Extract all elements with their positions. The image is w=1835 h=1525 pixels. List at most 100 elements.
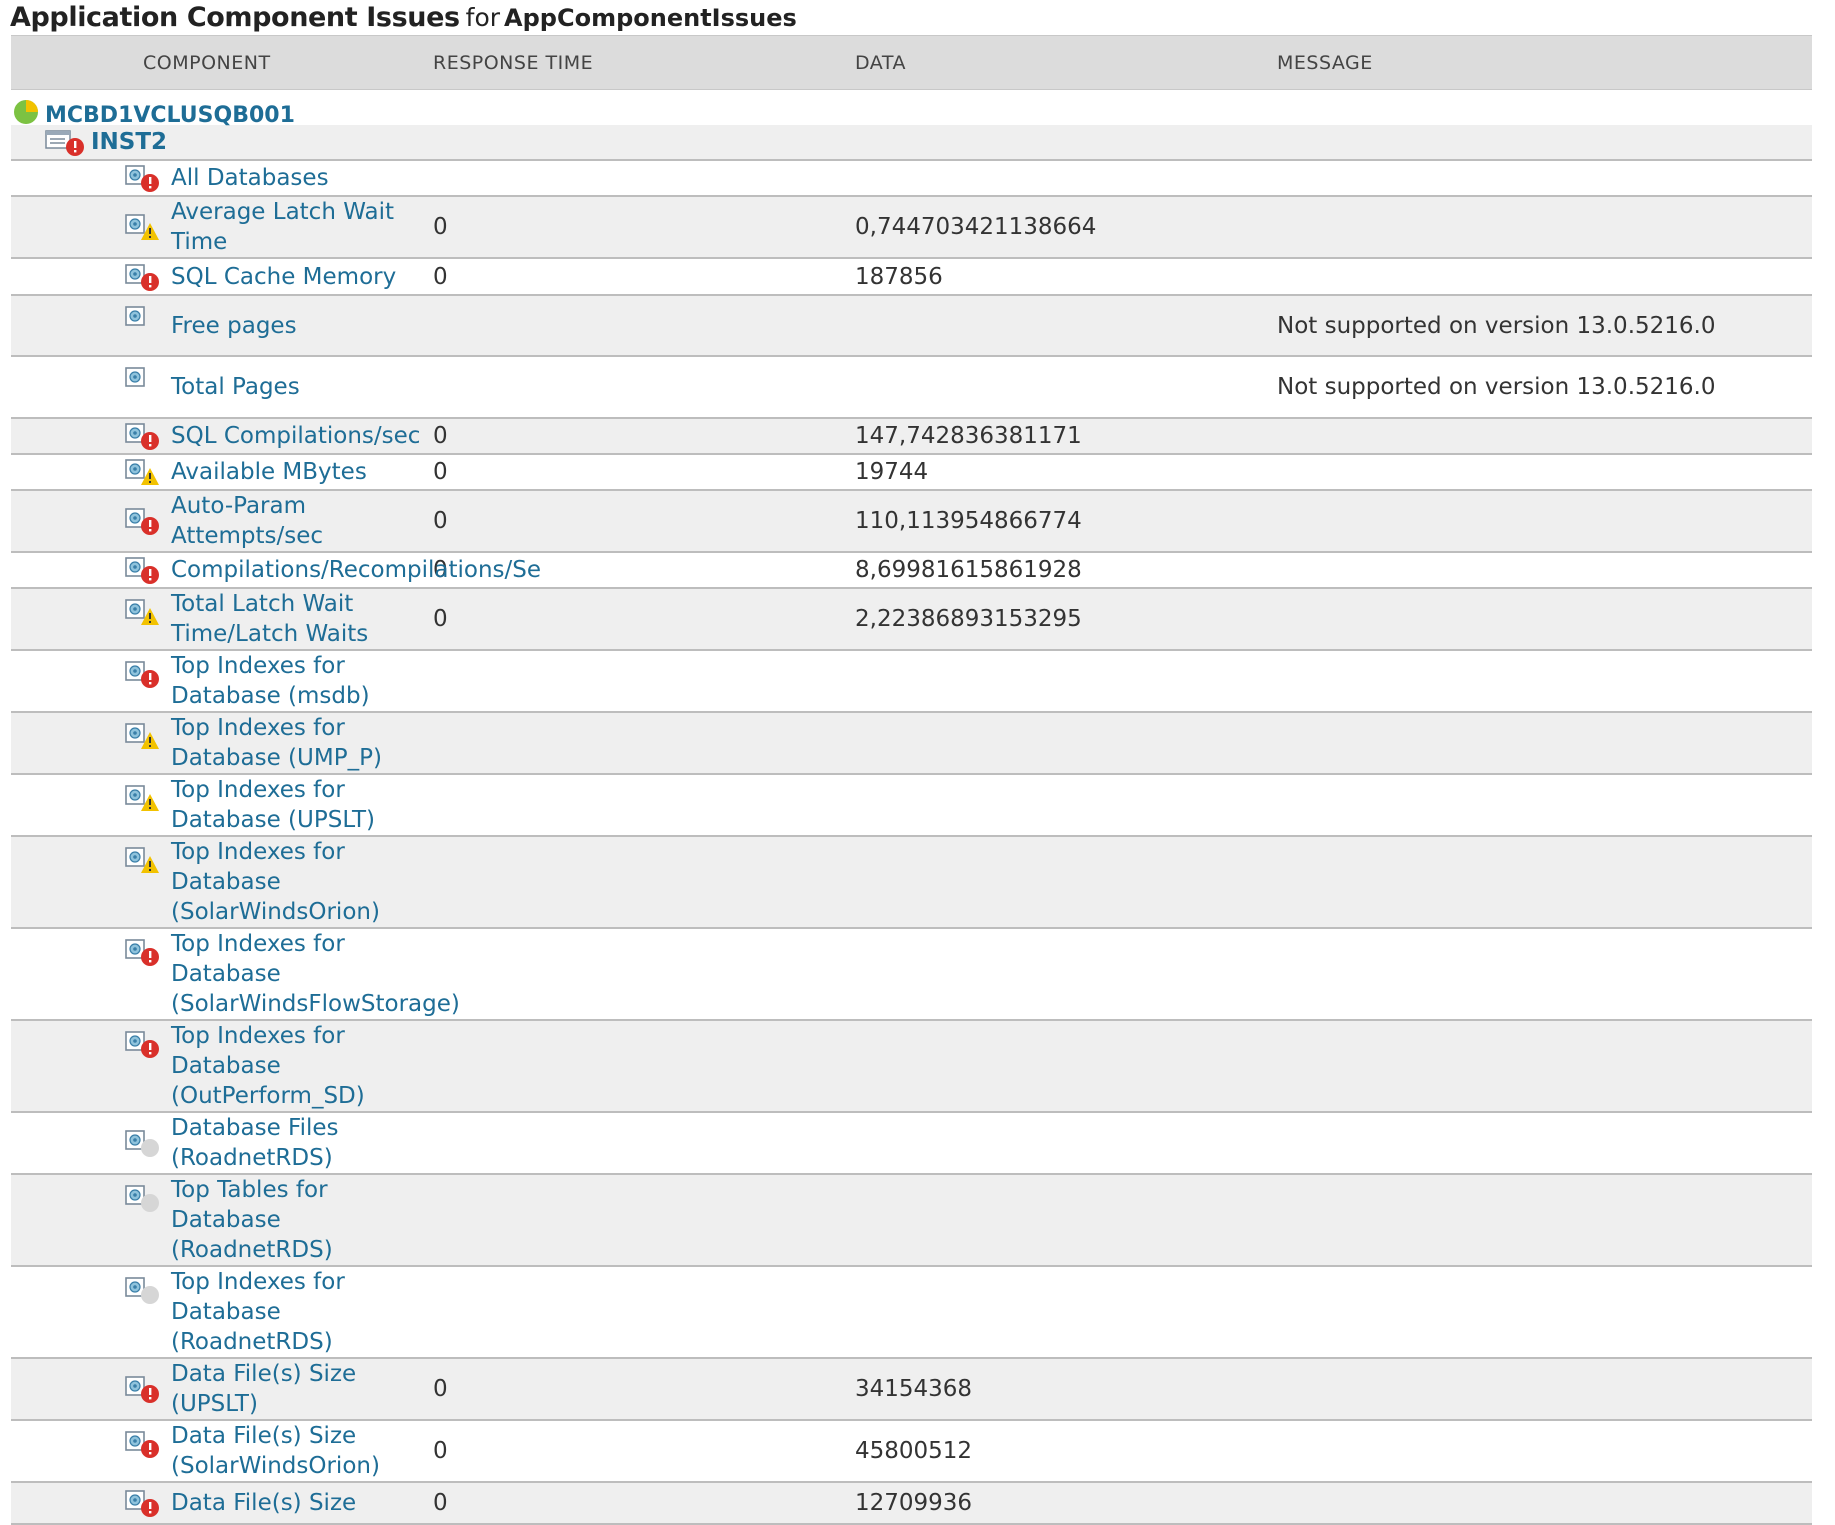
data-cell [855,712,1277,775]
message-cell [1277,418,1812,455]
table-row[interactable]: Top Indexes for Database (msdb) [11,650,1812,713]
response-time-cell [433,1174,855,1267]
component-link[interactable]: Top Indexes for Database (SolarWindsOrio… [121,837,433,927]
component-link[interactable]: Compilations/Recompilations/Se [121,555,541,585]
message-cell [1277,490,1812,553]
instance-link[interactable]: INST2 [91,127,167,157]
table-row[interactable]: Data File(s) Size (UPSLT) 0 34154368 [11,1358,1812,1421]
component-critical-icon [125,508,159,535]
table-row[interactable]: Data File(s) Size (SolarWindsOrion) 0 4580… [11,1420,1812,1483]
table-row[interactable]: Total Latch Wait Time/Latch Waits 0 2,2238… [11,588,1812,651]
table-row[interactable]: Average Latch Wait Time 0 0,74470342113866… [11,196,1812,259]
table-row[interactable]: Top Indexes for Database (UPSLT) [11,774,1812,837]
component-link[interactable]: Top Indexes for Database (msdb) [121,651,433,711]
component-warning-icon [125,847,159,873]
data-cell: 34154368 [855,1358,1277,1421]
component-cell: Top Indexes for Database (SolarWindsOrio… [11,836,433,929]
column-header-data[interactable]: DATA [855,35,1277,90]
component-cell: SQL Compilations/sec [11,418,433,455]
table-row[interactable]: SQL Cache Memory 0 187856 [11,258,1812,296]
message-cell [1277,774,1812,837]
message-cell [1277,836,1812,929]
component-link[interactable]: Database Files (RoadnetRDS) [121,1113,433,1173]
response-time-cell [433,295,855,357]
table-row[interactable]: Data File(s) Size 0 12709936 [11,1482,1812,1525]
message-cell [1277,1482,1812,1525]
component-link[interactable]: Top Tables for Database (RoadnetRDS) [121,1175,433,1265]
table-row[interactable]: Database Files (RoadnetRDS) [11,1112,1812,1175]
component-link[interactable]: Total Pages [121,372,433,402]
table-row[interactable]: Compilations/Recompilations/Se 0 8,6998161… [11,552,1812,589]
component-link[interactable]: SQL Cache Memory [121,262,433,292]
component-cell: Top Indexes for Database (OutPerform_SD) [11,1020,433,1113]
table-row[interactable]: Free pages Not supported on version 13.0.… [11,295,1812,357]
component-link[interactable]: Free pages [121,311,433,341]
table-header-row: COMPONENT RESPONSE TIME DATA MESSAGE [11,35,1812,90]
component-link[interactable]: Top Indexes for Database (RoadnetRDS) [121,1267,433,1357]
component-cell: Free pages [11,295,433,357]
host-link[interactable]: MCBD1VCLUSQB001 [45,101,295,127]
component-link[interactable]: Top Indexes for Database (UPSLT) [121,775,433,835]
component-link[interactable]: Data File(s) Size [121,1488,433,1518]
component-link[interactable]: SQL Compilations/sec [121,421,433,451]
component-no-status-icon [125,306,145,326]
message-cell [1277,1174,1812,1267]
table-row[interactable]: Top Tables for Database (RoadnetRDS) [11,1174,1812,1267]
component-critical-icon [125,1431,159,1458]
message-cell [1277,454,1812,491]
table-row[interactable]: Top Indexes for Database (OutPerform_SD) [11,1020,1812,1113]
response-time-cell: 0 [433,196,855,259]
component-critical-icon [125,661,159,688]
component-cell: Top Indexes for Database (SolarWindsFlow… [11,928,460,1021]
response-time-cell [433,774,855,837]
component-cell: Auto-Param Attempts/sec [11,490,433,553]
message-cell [1277,160,1812,197]
component-unknown-icon [125,1130,159,1157]
response-time-cell [433,836,855,929]
application-critical-icon [45,130,84,156]
response-time-cell [433,928,855,1021]
component-critical-icon [125,263,159,291]
component-warning-icon [125,459,159,485]
table-row[interactable]: Available MBytes 0 19744 [11,454,1812,491]
component-link[interactable]: Data File(s) Size (UPSLT) [121,1359,433,1419]
component-warning-icon [125,785,159,811]
column-header-message[interactable]: MESSAGE [1277,35,1812,90]
component-link[interactable]: Top Indexes for Database (UMP_P) [121,713,433,773]
component-link[interactable]: Data File(s) Size (SolarWindsOrion) [121,1421,433,1481]
table-row[interactable]: SQL Compilations/sec 0 147,742836381171 [11,418,1812,455]
data-cell [855,650,1277,713]
table-row[interactable]: Top Indexes for Database (SolarWindsOrio… [11,836,1812,929]
data-cell [855,1020,1277,1113]
data-cell [855,295,1277,357]
response-time-cell [433,1020,855,1113]
component-link[interactable]: Auto-Param Attempts/sec [121,491,433,551]
data-cell: 187856 [855,258,1277,296]
column-header-response-time[interactable]: RESPONSE TIME [433,35,855,90]
component-link[interactable]: Total Latch Wait Time/Latch Waits [121,589,433,649]
component-cell: Top Indexes for Database (msdb) [11,650,433,713]
table-row[interactable]: Top Indexes for Database (RoadnetRDS) [11,1266,1812,1359]
component-link[interactable]: All Databases [121,163,433,193]
column-header-component[interactable]: COMPONENT [11,35,433,90]
table-row[interactable]: Top Indexes for Database (SolarWindsFlow… [11,928,1812,1021]
component-critical-icon [125,1031,159,1058]
message-cell: Not supported on version 13.0.5216.0 [1277,356,1812,419]
component-issues-table: COMPONENT RESPONSE TIME DATA MESSAGE MCB… [11,35,1812,1525]
title-app-name: AppComponentIssues [504,4,797,32]
message-cell [1277,196,1812,259]
message-cell [1277,1358,1812,1421]
table-row[interactable]: All Databases [11,160,1812,197]
table-row[interactable]: Auto-Param Attempts/sec 0 110,113954866774 [11,490,1812,553]
component-link[interactable]: Top Indexes for Database (SolarWindsFlow… [121,929,460,1019]
component-link[interactable]: Available MBytes [121,457,433,487]
data-cell [855,160,1277,197]
component-unknown-icon [125,1185,159,1212]
message-cell [1277,258,1812,296]
component-unknown-icon [125,1277,159,1304]
component-critical-icon [125,557,159,584]
table-row[interactable]: Top Indexes for Database (UMP_P) [11,712,1812,775]
table-row[interactable]: Total Pages Not supported on version 13.0… [11,356,1812,419]
component-link[interactable]: Top Indexes for Database (OutPerform_SD) [121,1021,433,1111]
component-link[interactable]: Average Latch Wait Time [121,197,433,257]
